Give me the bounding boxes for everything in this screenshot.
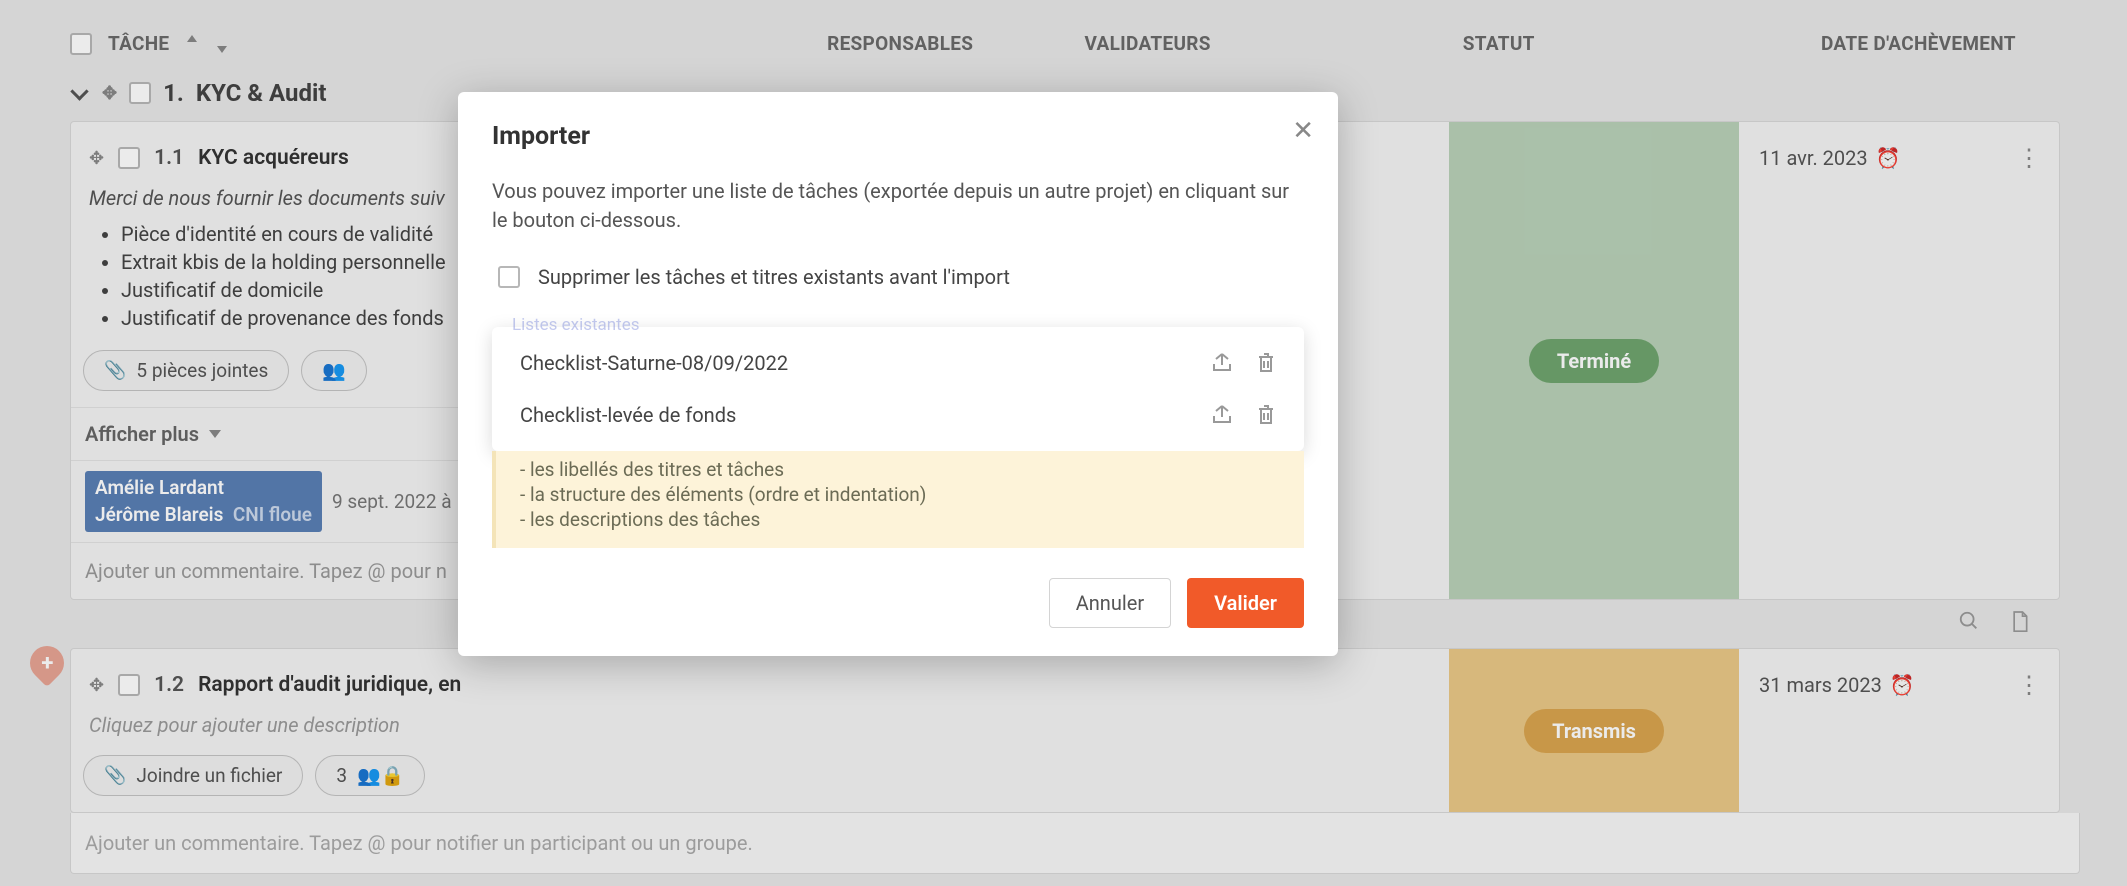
share-icon[interactable]: [1210, 352, 1234, 374]
share-icon[interactable]: [1210, 404, 1234, 426]
import-item-name: Checklist-Saturne-08/09/2022: [520, 351, 1188, 375]
import-list-item[interactable]: Checklist-Saturne-08/09/2022: [492, 337, 1304, 389]
import-list-dropdown: Checklist-Saturne-08/09/2022 Checklist-l…: [492, 327, 1304, 451]
cancel-button[interactable]: Annuler: [1049, 578, 1171, 628]
modal-title: Importer: [492, 122, 1304, 151]
import-list-item[interactable]: Checklist-levée de fonds: [492, 389, 1304, 441]
existing-lists-label: Listes existantes: [492, 315, 1304, 335]
trash-icon[interactable]: [1256, 403, 1276, 427]
validate-button[interactable]: Valider: [1187, 578, 1304, 628]
info-line: - la structure des éléments (ordre et in…: [520, 482, 1304, 507]
import-modal: ✕ Importer Vous pouvez importer une list…: [458, 92, 1338, 656]
import-item-name: Checklist-levée de fonds: [520, 403, 1188, 427]
close-button[interactable]: ✕: [1292, 116, 1314, 146]
info-line: - les libellés des titres et tâches: [520, 457, 1304, 482]
info-line: - les descriptions des tâches: [520, 507, 1304, 532]
delete-existing-checkbox[interactable]: [498, 266, 520, 288]
trash-icon[interactable]: [1256, 351, 1276, 375]
delete-existing-label: Supprimer les tâches et titres existants…: [538, 265, 1010, 289]
import-info-box: - les libellés des titres et tâches - la…: [492, 451, 1304, 548]
modal-desc: Vous pouvez importer une liste de tâches…: [492, 177, 1304, 235]
